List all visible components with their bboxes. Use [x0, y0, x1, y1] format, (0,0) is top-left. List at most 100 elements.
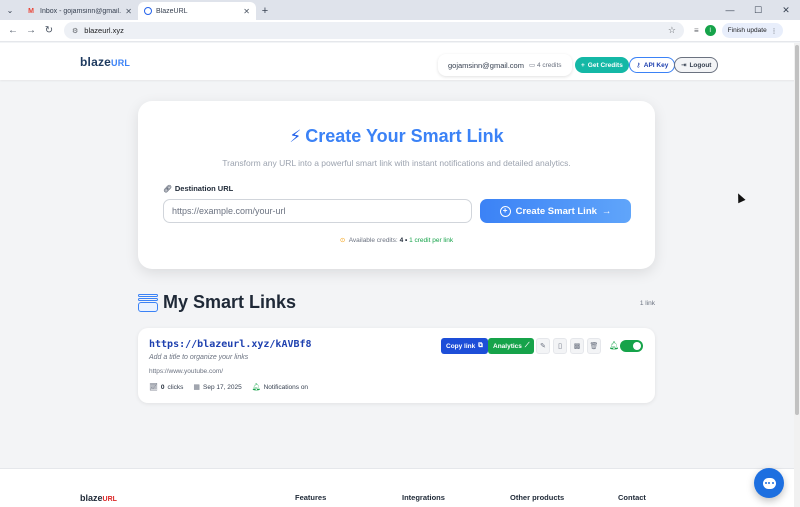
page-scrollbar[interactable]	[794, 43, 800, 507]
site-logo[interactable]: blazeURL	[80, 55, 130, 69]
clicks-label: clicks	[167, 383, 184, 391]
plus-circle-icon: +	[499, 205, 511, 217]
footer-col-other-products: Other products	[510, 493, 565, 502]
close-window-icon[interactable]: ✕	[772, 0, 800, 20]
trash-icon: 🗑︎	[589, 343, 599, 350]
link-enabled-toggle[interactable]	[620, 340, 643, 352]
magic-wand-icon: ⚡	[289, 127, 302, 146]
destination-url-input[interactable]	[163, 199, 472, 223]
clipboard-icon: ▯	[558, 343, 562, 350]
tab-title: Inbox - gojamsinn@gmail.com	[40, 7, 122, 15]
create-link-card: ⚡ Create Your Smart Link Transform any UR…	[138, 101, 655, 269]
add-title-placeholder[interactable]: Add a title to organize your links	[149, 354, 248, 361]
calendar-icon: ▦	[193, 384, 201, 391]
copy-link-button[interactable]: Copy link ⧉	[441, 338, 488, 354]
avatar[interactable]: I	[704, 25, 716, 36]
create-button-label: Create Smart Link	[515, 205, 597, 217]
footer-col-integrations: Integrations	[402, 493, 445, 502]
copy-link-label: Copy link	[446, 342, 476, 350]
footer-logo-accent: URL	[102, 496, 117, 503]
scrollbar-thumb[interactable]	[795, 45, 799, 415]
get-credits-button[interactable]: + Get Credits	[575, 57, 629, 73]
finish-update-label: Finish update	[727, 27, 767, 34]
site-info-icon[interactable]: ⚙	[72, 27, 78, 35]
address-bar[interactable]: ⚙ blazeurl.xyz ☆	[64, 22, 684, 39]
browser-toolbar: ← → ↻ ⚙ blazeurl.xyz ☆ ≡ I Finish update…	[0, 20, 800, 42]
blazeurl-icon	[144, 7, 152, 15]
get-credits-label: Get Credits	[587, 61, 623, 69]
back-icon[interactable]: ←	[4, 22, 22, 40]
notification-bell-icon: 🔔︎	[609, 341, 620, 350]
create-title: ⚡ Create Your Smart Link	[138, 126, 655, 147]
analytics-button[interactable]: Analytics ⟋	[488, 338, 535, 354]
destination-label-text: Destination URL	[174, 184, 234, 193]
tab-title: BlazeURL	[156, 7, 188, 15]
close-icon[interactable]: ✕	[243, 7, 250, 16]
create-title-text: Create Your Smart Link	[305, 126, 504, 146]
qr-code-button[interactable]: ▩	[570, 338, 584, 354]
new-tab-button[interactable]: +	[256, 2, 274, 20]
tab-gmail[interactable]: M Inbox - gojamsinn@gmail.com ✕	[20, 2, 138, 20]
destination-url[interactable]: https://www.youtube.com/	[149, 368, 223, 375]
chart-icon: ⟋	[524, 342, 530, 349]
analytics-label: Analytics	[493, 342, 522, 350]
copy-icon: ⧉	[478, 342, 483, 349]
minimize-icon[interactable]: —	[716, 0, 744, 20]
reload-icon[interactable]: ↻	[40, 22, 58, 40]
chat-button[interactable]	[754, 468, 784, 498]
edit-button[interactable]: ✎	[536, 338, 550, 354]
date-stat: ▦ Sep 17, 2025	[193, 383, 242, 392]
notifications-stat: 🔔︎ Notifications on	[251, 383, 309, 392]
logout-label: Logout	[689, 61, 712, 69]
pencil-icon: ✎	[540, 343, 546, 350]
gmail-icon: M	[28, 7, 34, 15]
footer-col-contact: Contact	[618, 493, 646, 502]
finish-update-button[interactable]: Finish update ⋮	[721, 23, 784, 38]
card-icon: ▭	[528, 62, 536, 69]
mouse-cursor-icon	[734, 191, 746, 204]
clicks-stat: 📈︎ 0 clicks	[149, 383, 184, 392]
delete-button[interactable]: 🗑︎	[587, 338, 601, 354]
clicks-count: 0	[160, 383, 165, 391]
qr-code-icon: ▩	[573, 343, 581, 350]
logout-icon: ⇥	[681, 62, 687, 69]
plus-icon: +	[581, 61, 585, 69]
available-count: 4	[399, 237, 404, 244]
maximize-icon[interactable]: ☐	[744, 0, 772, 20]
create-smart-link-button[interactable]: + Create Smart Link →	[480, 199, 631, 223]
create-subtitle: Transform any URL into a powerful smart …	[222, 158, 571, 168]
bell-icon: 🔔︎	[251, 384, 261, 391]
links-count: 1 link	[639, 300, 655, 307]
key-icon: ⚷	[636, 62, 641, 69]
forward-icon[interactable]: →	[22, 22, 40, 40]
links-heading: My Smart Links	[138, 292, 296, 313]
coin-icon: ⊙	[339, 237, 346, 244]
logout-button[interactable]: ⇥ Logout	[674, 57, 719, 73]
duplicate-button[interactable]: ▯	[553, 338, 567, 354]
footer-logo-main: blaze	[80, 493, 103, 503]
media-icon[interactable]: ≡	[694, 26, 699, 35]
layers-icon	[138, 293, 158, 312]
window-controls: — ☐ ✕	[716, 0, 800, 20]
footer-logo[interactable]: blazeURL	[80, 493, 117, 503]
toolbar-icons: ≡ I Finish update ⋮	[694, 23, 784, 38]
separator: •	[405, 237, 408, 244]
available-prefix: Available credits:	[348, 237, 398, 244]
logo-accent: URL	[111, 58, 131, 68]
link-card: https://blazeurl.xyz/kAVBf8 Add a title …	[138, 328, 655, 403]
footer-col-features: Features	[295, 493, 327, 502]
destination-label: 🔗︎ Destination URL	[163, 184, 233, 193]
credits-badge: ▭ 4 credits	[529, 61, 562, 69]
tab-search-icon[interactable]: ⌄	[0, 0, 20, 20]
api-key-button[interactable]: ⚷ API Key	[629, 57, 676, 73]
address-text: blazeurl.xyz	[84, 26, 124, 35]
notifications-label: Notifications on	[263, 383, 309, 391]
close-icon[interactable]: ✕	[125, 7, 132, 16]
created-date: Sep 17, 2025	[203, 383, 242, 391]
available-credits: ⊙ Available credits: 4 • 1 credit per li…	[138, 236, 655, 244]
logo-main: blaze	[80, 55, 112, 69]
short-url-link[interactable]: https://blazeurl.xyz/kAVBf8	[149, 339, 312, 350]
more-icon: ⋮	[770, 27, 778, 35]
tab-blazeurl[interactable]: BlazeURL ✕	[138, 2, 256, 20]
star-icon[interactable]: ☆	[668, 25, 676, 36]
